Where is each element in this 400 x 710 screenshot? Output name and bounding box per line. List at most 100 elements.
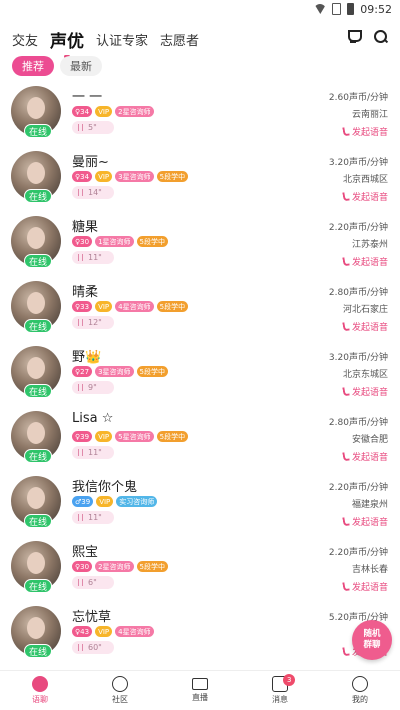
start-voice-call-button[interactable]: 发起语音 <box>342 385 388 398</box>
status-badge: 5段学中 <box>156 431 189 442</box>
list-item[interactable]: 在线 Lisa ☆ ♀ 39 VIP 5星咨询师 5段学中 11" 2.80声币/分钟 … <box>0 409 400 474</box>
phone-icon <box>342 516 350 527</box>
bottom-tab-me[interactable]: 我的 <box>320 671 400 710</box>
start-voice-call-button[interactable]: 发起语音 <box>342 125 388 138</box>
wifi-icon <box>314 4 327 14</box>
online-badge: 在线 <box>24 449 52 463</box>
list-item[interactable]: 在线 曼丽~ ♀ 34 VIP 3星咨询师 5段学中 14" 3.20声币/分钟 北京西… <box>0 149 400 214</box>
voice-sample-button[interactable]: 11" <box>72 446 114 459</box>
list-item[interactable]: 在线 忘忧草 ♀43VIP4星咨询师 60" 5.20声币/分钟 发起语音 <box>0 604 400 669</box>
start-voice-call-button[interactable]: 发起语音 <box>342 515 388 528</box>
list-item[interactable]: 在线 熙宝 ♀ 30 2星咨询师 5段学中 6" 2.20声币/分钟 吉林长春 发起语… <box>0 539 400 604</box>
sound-bars-icon <box>78 449 83 456</box>
bottom-tab-label: 社区 <box>112 695 128 704</box>
location: 福建泉州 <box>351 500 388 510</box>
voice-sample-button[interactable]: 14" <box>72 186 114 199</box>
tab-friends[interactable]: 交友 <box>12 30 38 49</box>
user-tags: ♀ 30 1星咨询师 5段学中 <box>72 236 168 247</box>
bottom-tab-voice-chat[interactable]: 语聊 <box>0 671 80 710</box>
bottom-navigation: 语聊 社区 直播 3 消息 我的 <box>0 670 400 710</box>
age-badge: ♀ 34 <box>72 171 93 182</box>
online-badge: 在线 <box>24 384 52 398</box>
bottom-tab-community[interactable]: 社区 <box>80 671 160 710</box>
user-name: 我信你个鬼 <box>72 480 138 495</box>
list-item[interactable]: 在线 我信你个鬼 ♂ 39 VIP 实习咨询师 11" 2.20声币/分钟 福建泉州 … <box>0 474 400 539</box>
start-voice-call-button[interactable]: 发起语音 <box>342 580 388 593</box>
video-camera-icon <box>192 678 208 690</box>
top-navigation: 交友 声优 认证专家 志愿者 <box>0 22 400 58</box>
search-icon[interactable] <box>374 30 388 44</box>
tab-voice-actors[interactable]: 声优 <box>50 27 84 58</box>
online-badge: 在线 <box>24 644 52 658</box>
voice-sample-button[interactable]: 11" <box>72 251 114 264</box>
rank-badge: 4星咨询师 <box>115 301 154 312</box>
random-group-chat-button[interactable]: 随机 群聊 <box>352 620 392 660</box>
user-name: 野👑 <box>72 350 102 365</box>
list-item[interactable]: 在线 糖果 ♀ 30 1星咨询师 5段学中 11" 2.20声币/分钟 江苏泰州 发起… <box>0 214 400 279</box>
age-badge: ♀ 43 <box>72 626 93 637</box>
price: 2.80声币/分钟 <box>328 418 388 428</box>
phone-icon <box>342 646 350 657</box>
user-list: 在线 一 一 ♀ 34 VIP 2星咨询师 5" 2.60声币/分钟 云南丽江 发起语… <box>0 84 400 669</box>
user-name: 熙宝 <box>72 545 99 560</box>
tab-volunteers[interactable]: 志愿者 <box>160 30 199 49</box>
user-name: 忘忧草 <box>72 610 112 625</box>
sound-bars-icon <box>78 254 83 261</box>
vip-badge: VIP <box>95 431 113 442</box>
float-button-line2: 群聊 <box>363 640 381 650</box>
voice-sample-button[interactable]: 9" <box>72 381 114 394</box>
voice-sample-button[interactable]: 5" <box>72 121 114 134</box>
sound-bars-icon <box>78 319 83 326</box>
vip-badge: VIP <box>95 626 113 637</box>
online-badge: 在线 <box>24 579 52 593</box>
price: 2.80声币/分钟 <box>328 288 388 298</box>
bottom-tab-label: 直播 <box>192 693 208 702</box>
voice-sample-button[interactable]: 11" <box>72 511 114 524</box>
location: 云南丽江 <box>351 110 388 120</box>
start-voice-call-button[interactable]: 发起语音 <box>342 450 388 463</box>
list-item[interactable]: 在线 晴柔 ♀ 33 VIP 4星咨询师 5段学中 12" 2.80声币/分钟 河北石家… <box>0 279 400 344</box>
price: 3.20声币/分钟 <box>328 353 388 363</box>
price: 2.20声币/分钟 <box>328 548 388 558</box>
tab-experts[interactable]: 认证专家 <box>96 30 148 49</box>
age-badge: ♀ 30 <box>72 236 93 247</box>
price: 3.20声币/分钟 <box>328 158 388 168</box>
user-tags: ♀ 33 VIP 4星咨询师 5段学中 <box>72 301 189 312</box>
rank-badge: 5星咨询师 <box>115 431 154 442</box>
user-tags: ♀ 30 2星咨询师 5段学中 <box>72 561 168 572</box>
location: 河北石家庄 <box>342 305 388 315</box>
price: 2.60声币/分钟 <box>328 93 388 103</box>
rank-badge: 实习咨询师 <box>116 496 158 507</box>
voice-sample-button[interactable]: 12" <box>72 316 114 329</box>
sound-bars-icon <box>78 644 83 651</box>
message-badge: 3 <box>283 674 296 686</box>
location: 吉林长春 <box>351 565 388 575</box>
user-name: 糖果 <box>72 220 99 235</box>
voice-sample-button[interactable]: 60" <box>72 641 114 654</box>
phone-icon <box>342 126 350 137</box>
bottom-tab-messages[interactable]: 3 消息 <box>240 671 320 710</box>
phone-icon <box>342 581 350 592</box>
age-badge: ♂ 39 <box>72 496 94 507</box>
user-name: Lisa ☆ <box>72 411 114 426</box>
list-item[interactable]: 在线 野👑 ♀ 27 3星咨询师 5段学中 9" 3.20声币/分钟 北京东城区 发起… <box>0 344 400 409</box>
subtab-recommended[interactable]: 推荐 <box>12 56 54 76</box>
start-voice-call-button[interactable]: 发起语音 <box>342 190 388 203</box>
start-voice-call-button[interactable]: 发起语音 <box>342 320 388 333</box>
voice-sample-button[interactable]: 6" <box>72 576 114 589</box>
user-tags: ♀ 39 VIP 5星咨询师 5段学中 <box>72 431 189 442</box>
user-name: 曼丽~ <box>72 155 109 170</box>
subtab-latest[interactable]: 最新 <box>60 56 102 76</box>
age-badge: ♀ 33 <box>72 301 93 312</box>
phone-icon <box>342 451 350 462</box>
trophy-icon[interactable] <box>346 30 362 44</box>
bottom-tab-live[interactable]: 直播 <box>160 671 240 710</box>
user-tags: ♀ 27 3星咨询师 5段学中 <box>72 366 168 377</box>
start-voice-call-button[interactable]: 发起语音 <box>342 255 388 268</box>
rank-badge: 2星咨询师 <box>115 106 154 117</box>
status-badge: 5段学中 <box>136 561 168 572</box>
user-tags: ♀ 34 VIP 2星咨询师 <box>72 106 154 117</box>
list-item[interactable]: 在线 一 一 ♀ 34 VIP 2星咨询师 5" 2.60声币/分钟 云南丽江 发起语… <box>0 84 400 149</box>
bottom-tab-label: 我的 <box>352 695 368 704</box>
rank-badge: 2星咨询师 <box>95 561 134 572</box>
